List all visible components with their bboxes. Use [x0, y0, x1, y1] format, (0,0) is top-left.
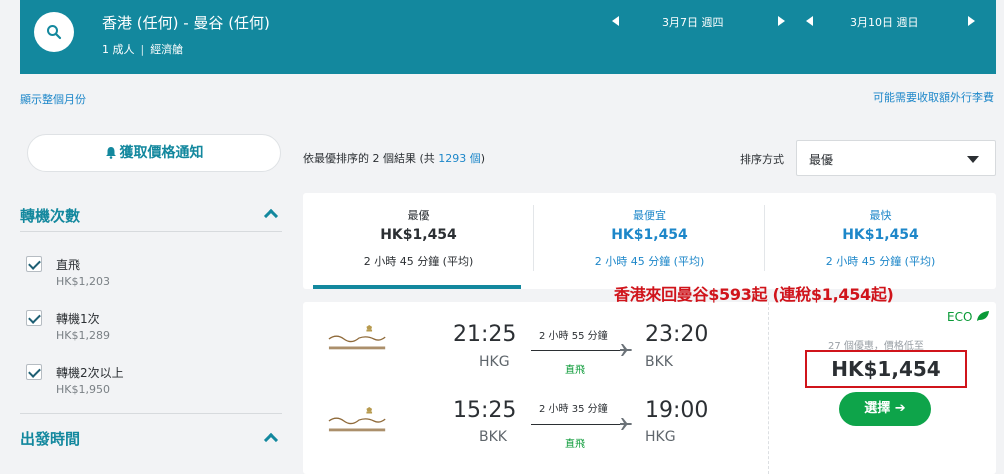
show-month-link[interactable]: 顯示整個月份	[20, 91, 86, 107]
stops-info: 直飛	[565, 439, 585, 450]
tab-price: HK$1,454	[380, 227, 457, 243]
promo-banner: 香港來回曼谷$593起 (連稅$1,454起)	[614, 285, 894, 304]
active-tab-indicator	[313, 285, 521, 289]
passengers: 1 成人	[102, 43, 135, 56]
tab-duration: 2 小時 45 分鐘 (平均)	[594, 255, 705, 268]
leaf-icon	[977, 311, 990, 321]
price-alert-label: 獲取價格通知	[119, 145, 204, 161]
collapse-chevron-icon[interactable]	[263, 208, 279, 224]
checkbox-checked[interactable]	[26, 310, 42, 326]
prev-date-arrow-icon[interactable]	[806, 16, 813, 26]
tab-name: 最便宜	[633, 209, 666, 222]
divider: |	[140, 43, 145, 56]
airline-logo-icon	[328, 406, 386, 432]
result-count-suffix: )	[480, 152, 486, 165]
depart-date-picker[interactable]: 3月7日 週四	[612, 14, 792, 32]
arrival-airport: BKK	[645, 354, 673, 370]
eco-label: ECO	[947, 310, 973, 324]
plane-icon	[620, 344, 632, 356]
result-count-prefix: 依最優排序的 2 個結果 (共	[303, 152, 439, 165]
airline-logo-icon	[328, 324, 386, 350]
checkbox-checked[interactable]	[26, 256, 42, 272]
tab-name: 最優	[407, 209, 430, 222]
sort-label: 排序方式	[740, 153, 784, 166]
result-count: 依最優排序的 2 個結果 (共 1293 個)	[303, 150, 485, 166]
flight-path-line	[531, 350, 623, 351]
tab-best[interactable]: 最優 HK$1,454 2 小時 45 分鐘 (平均)	[303, 193, 534, 289]
passenger-cabin[interactable]: 1 成人 | 經濟艙	[102, 41, 183, 57]
route-text[interactable]: 香港 (任何) - 曼谷 (任何)	[102, 12, 270, 33]
sort-dropdown[interactable]: 最優	[796, 140, 996, 176]
divider	[768, 302, 769, 474]
eco-badge: ECO	[947, 310, 990, 324]
filter-two-plus-stops[interactable]: 轉機2次以上 HK$1,950	[26, 362, 276, 398]
arrival-airport: HKG	[645, 429, 676, 445]
tab-cheapest[interactable]: 最便宜 HK$1,454 2 小時 45 分鐘 (平均)	[534, 193, 765, 289]
tab-duration: 2 小時 45 分鐘 (平均)	[825, 255, 936, 268]
tab-price: HK$1,454	[842, 227, 919, 243]
search-icon	[47, 25, 62, 40]
sort-tabs: 最優 HK$1,454 2 小時 45 分鐘 (平均) 最便宜 HK$1,454…	[303, 193, 996, 289]
search-summary-bar[interactable]: 香港 (任何) - 曼谷 (任何) 1 成人 | 經濟艙 3月7日 週四 3月10日…	[20, 0, 996, 74]
plane-icon	[620, 418, 632, 430]
departure-time: 21:25	[453, 322, 517, 347]
checkbox-checked[interactable]	[26, 364, 42, 380]
filter-price: HK$1,289	[56, 329, 110, 342]
filter-one-stop[interactable]: 轉機1次 HK$1,289	[26, 308, 276, 344]
caret-down-icon	[967, 156, 979, 163]
flight-duration: 2 小時 35 分鐘	[539, 404, 608, 415]
select-button[interactable]: 選擇 ➔	[839, 392, 931, 426]
flight-result-card[interactable]: 21:25 HKG 2 小時 55 分鐘 直飛 23:20 BKK 15:25 …	[303, 302, 996, 474]
prev-date-arrow-icon[interactable]	[612, 16, 619, 26]
total-price: HK$1,454	[805, 350, 967, 388]
price-alert-button[interactable]: 獲取價格通知	[27, 134, 281, 172]
next-date-arrow-icon[interactable]	[968, 16, 975, 26]
tab-price: HK$1,454	[611, 227, 688, 243]
baggage-fee-link[interactable]: 可能需要收取額外行李費	[873, 89, 994, 105]
filter-label: 直飛	[56, 258, 81, 272]
return-date[interactable]: 3月10日 週日	[850, 14, 919, 30]
departure-airport: HKG	[479, 354, 510, 370]
sort-value: 最優	[809, 153, 834, 167]
filter-price: HK$1,203	[56, 275, 110, 288]
return-date-picker[interactable]: 3月10日 週日	[806, 14, 982, 32]
filter-price: HK$1,950	[56, 383, 110, 396]
divider	[20, 231, 282, 232]
departure-airport: BKK	[479, 429, 507, 445]
tab-fastest[interactable]: 最快 HK$1,454 2 小時 45 分鐘 (平均)	[765, 193, 996, 289]
departure-time: 15:25	[453, 398, 517, 423]
depart-date[interactable]: 3月7日 週四	[662, 14, 724, 30]
tab-duration: 2 小時 45 分鐘 (平均)	[363, 255, 474, 268]
depart-time-filter-title[interactable]: 出發時間	[20, 428, 80, 449]
filter-label: 轉機2次以上	[56, 366, 124, 380]
tab-name: 最快	[869, 209, 892, 222]
collapse-chevron-icon[interactable]	[263, 432, 279, 448]
divider	[20, 413, 282, 414]
filter-label: 轉機1次	[56, 312, 100, 326]
search-button[interactable]	[34, 12, 74, 52]
stops-filter-title[interactable]: 轉機次數	[20, 205, 80, 226]
filter-nonstop[interactable]: 直飛 HK$1,203	[26, 254, 276, 290]
stops-info: 直飛	[565, 365, 585, 376]
arrival-time: 23:20	[645, 322, 709, 347]
arrival-time: 19:00	[645, 398, 709, 423]
flight-path-line	[531, 424, 623, 425]
cabin-class: 經濟艙	[150, 43, 184, 56]
result-total: 1293 個	[438, 152, 481, 165]
next-date-arrow-icon[interactable]	[778, 16, 785, 26]
bell-icon	[105, 147, 116, 159]
flight-duration: 2 小時 55 分鐘	[539, 331, 608, 342]
